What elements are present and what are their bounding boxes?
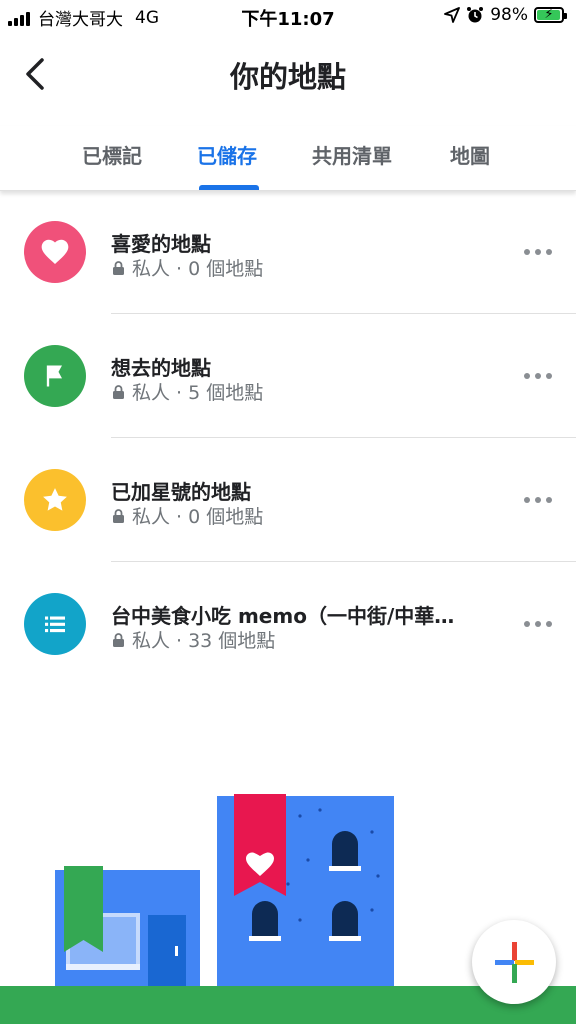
list-meta: 私人 · 0 個地點 xyxy=(111,254,263,281)
list-name: 喜愛的地點 xyxy=(111,232,211,256)
app-header: 你的地點 xyxy=(0,40,576,110)
privacy-label: 私人 xyxy=(132,258,171,280)
list-meta: 私人 · 33 個地點 xyxy=(111,626,275,653)
list-icon xyxy=(45,616,65,633)
location-arrow-icon xyxy=(444,7,461,23)
lock-icon xyxy=(113,632,124,647)
tab-labeled[interactable]: 已標記 xyxy=(82,140,142,169)
more-options-button[interactable] xyxy=(524,366,552,386)
list-item-starred[interactable]: 已加星號的地點 私人 · 0 個地點 xyxy=(0,438,576,562)
flag-icon xyxy=(46,365,62,387)
lock-icon xyxy=(113,384,124,399)
list-name: 台中美食小吃 memo（一中街/中華… xyxy=(111,604,455,628)
alarm-icon xyxy=(467,7,484,23)
place-count: · 33 個地點 xyxy=(176,630,276,652)
more-options-button[interactable] xyxy=(524,614,552,634)
list-item-want-to-go[interactable]: 想去的地點 私人 · 5 個地點 xyxy=(0,314,576,438)
starred-badge xyxy=(24,469,86,531)
list-item-taichung-food[interactable]: 台中美食小吃 memo（一中街/中華… 私人 · 33 個地點 xyxy=(0,562,576,686)
tab-bar: 已標記 已儲存 共用清單 地圖 xyxy=(0,126,576,191)
page-title: 你的地點 xyxy=(229,60,346,94)
place-count: · 0 個地點 xyxy=(176,258,264,280)
star-icon xyxy=(43,488,67,511)
tab-shared-lists[interactable]: 共用清單 xyxy=(312,140,392,169)
add-list-button[interactable] xyxy=(472,920,556,1004)
list-name: 想去的地點 xyxy=(111,356,211,380)
more-options-button[interactable] xyxy=(524,490,552,510)
custom-list-badge xyxy=(24,593,86,655)
status-bar: 台灣大哥大 4G 下午11:07 98% ⚡ xyxy=(0,0,576,34)
place-count: · 5 個地點 xyxy=(176,382,264,404)
battery-percent: 98% xyxy=(490,5,528,25)
saved-lists: 喜愛的地點 私人 · 0 個地點 想去的地點 私人 · 5 個地點 已加星號的地… xyxy=(0,190,576,686)
plus-icon xyxy=(495,942,534,983)
list-meta: 私人 · 5 個地點 xyxy=(111,378,263,405)
list-item-favorites[interactable]: 喜愛的地點 私人 · 0 個地點 xyxy=(0,190,576,314)
more-options-button[interactable] xyxy=(524,242,552,262)
tab-maps[interactable]: 地圖 xyxy=(450,140,490,169)
place-count: · 0 個地點 xyxy=(176,506,264,528)
battery-icon: ⚡ xyxy=(534,7,567,23)
want-to-go-badge xyxy=(24,345,86,407)
status-right: 98% ⚡ xyxy=(444,5,567,25)
heart-icon xyxy=(41,239,69,264)
privacy-label: 私人 xyxy=(132,630,171,652)
privacy-label: 私人 xyxy=(132,506,171,528)
privacy-label: 私人 xyxy=(132,382,171,404)
lock-icon xyxy=(113,508,124,523)
lock-icon xyxy=(113,260,124,275)
list-name: 已加星號的地點 xyxy=(111,480,251,504)
list-meta: 私人 · 0 個地點 xyxy=(111,502,263,529)
favorites-badge xyxy=(24,221,86,283)
tab-saved[interactable]: 已儲存 xyxy=(197,140,257,169)
